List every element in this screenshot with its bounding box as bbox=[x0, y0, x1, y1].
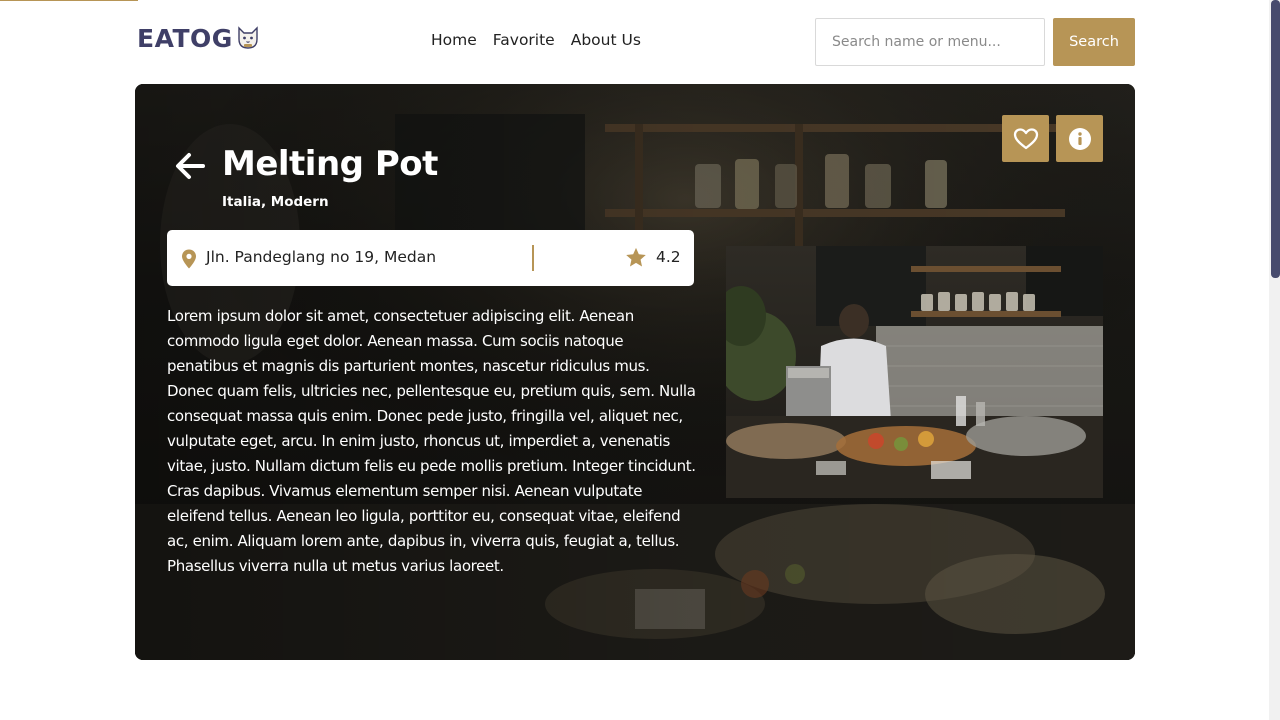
main-nav: Home Favorite About Us bbox=[431, 31, 641, 49]
info-icon bbox=[1068, 127, 1091, 150]
logo-text: EATOG bbox=[137, 23, 233, 53]
heart-icon bbox=[1013, 127, 1038, 149]
restaurant-categories: Italia, Modern bbox=[222, 194, 329, 210]
card-divider bbox=[532, 245, 534, 271]
top-accent-line bbox=[0, 0, 138, 1]
nav-link-home[interactable]: Home bbox=[431, 31, 477, 49]
restaurant-kitchen-image bbox=[726, 246, 1103, 498]
nav-link-about-us[interactable]: About Us bbox=[571, 31, 641, 49]
favorite-button[interactable] bbox=[1002, 115, 1049, 162]
restaurant-rating: 4.2 bbox=[656, 248, 681, 266]
restaurant-info-card: Jln. Pandeglang no 19, Medan 4.2 bbox=[167, 230, 694, 286]
search-input[interactable] bbox=[815, 18, 1045, 66]
restaurant-address: Jln. Pandeglang no 19, Medan bbox=[206, 248, 437, 266]
restaurant-hero: Melting Pot Italia, Modern Jln. Pandegla… bbox=[135, 84, 1135, 660]
cat-mascot-icon bbox=[238, 26, 258, 49]
restaurant-photo bbox=[726, 246, 1103, 498]
scrollbar-thumb[interactable] bbox=[1271, 0, 1280, 278]
info-button[interactable] bbox=[1056, 115, 1103, 162]
restaurant-name: Melting Pot bbox=[222, 144, 438, 184]
map-pin-icon bbox=[182, 249, 196, 269]
star-icon bbox=[626, 247, 646, 267]
restaurant-description: Lorem ipsum dolor sit amet, consectetuer… bbox=[167, 307, 696, 575]
nav-link-favorite[interactable]: Favorite bbox=[493, 31, 555, 49]
search-button[interactable]: Search bbox=[1053, 18, 1135, 66]
arrow-left-icon[interactable] bbox=[173, 149, 207, 183]
logo[interactable]: EATOG bbox=[137, 22, 261, 54]
